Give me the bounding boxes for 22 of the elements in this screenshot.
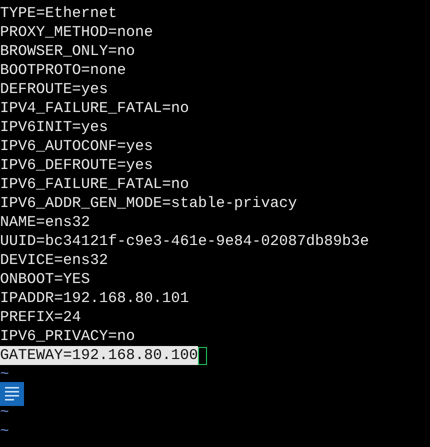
code-line: PROXY_METHOD=none (0, 23, 154, 42)
code-line: TYPE=Ethernet (0, 4, 118, 23)
code-line: PREFIX=24 (0, 308, 82, 327)
empty-line-marker: ~ (0, 422, 10, 441)
code-line: IPV6_ADDR_GEN_MODE=stable-privacy (0, 194, 298, 213)
code-line: IPV6_PRIVACY=no (0, 327, 136, 346)
code-line: DEVICE=ens32 (0, 251, 108, 270)
code-line: BOOTPROTO=none (0, 61, 126, 80)
code-line: BROWSER_ONLY=no (0, 42, 136, 61)
code-line: DEFROUTE=yes (0, 80, 108, 99)
code-line: IPV6_DEFROUTE=yes (0, 156, 154, 175)
empty-line-marker: ~ (0, 365, 10, 384)
code-line: ONBOOT=YES (0, 270, 90, 289)
document-icon[interactable] (0, 382, 24, 406)
code-line: IPV6INIT=yes (0, 118, 108, 137)
empty-line-marker: ~ (0, 403, 10, 422)
code-line: IPADDR=192.168.80.101 (0, 289, 190, 308)
code-line: IPV6_AUTOCONF=yes (0, 137, 154, 156)
code-line: UUID=bc34121f-c9e3-461e-9e84-02087db89b3e (0, 232, 370, 251)
code-line: NAME=ens32 (0, 213, 90, 232)
code-line: IPV4_FAILURE_FATAL=no (0, 99, 190, 118)
code-line: IPV6_FAILURE_FATAL=no (0, 175, 190, 194)
